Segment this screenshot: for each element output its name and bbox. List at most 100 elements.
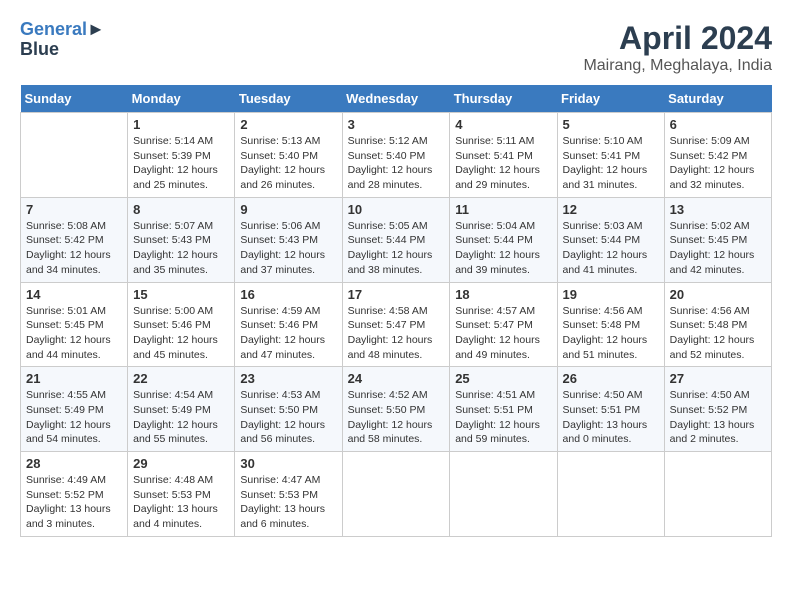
- day-number: 1: [133, 117, 229, 132]
- day-info: Sunrise: 4:53 AM Sunset: 5:50 PM Dayligh…: [240, 388, 336, 447]
- day-info: Sunrise: 5:10 AM Sunset: 5:41 PM Dayligh…: [563, 134, 659, 193]
- day-number: 6: [670, 117, 766, 132]
- calendar-cell: [664, 452, 771, 537]
- day-info: Sunrise: 4:47 AM Sunset: 5:53 PM Dayligh…: [240, 473, 336, 532]
- day-info: Sunrise: 5:14 AM Sunset: 5:39 PM Dayligh…: [133, 134, 229, 193]
- day-info: Sunrise: 4:52 AM Sunset: 5:50 PM Dayligh…: [348, 388, 445, 447]
- day-number: 14: [26, 287, 122, 302]
- day-number: 10: [348, 202, 445, 217]
- day-number: 3: [348, 117, 445, 132]
- calendar-cell: 12 Sunrise: 5:03 AM Sunset: 5:44 PM Dayli…: [557, 197, 664, 282]
- day-number: 29: [133, 456, 229, 471]
- calendar-cell: 6 Sunrise: 5:09 AM Sunset: 5:42 PM Daylig…: [664, 113, 771, 198]
- calendar-cell: 9 Sunrise: 5:06 AM Sunset: 5:43 PM Daylig…: [235, 197, 342, 282]
- column-header-friday: Friday: [557, 85, 664, 113]
- column-header-sunday: Sunday: [21, 85, 128, 113]
- location-text: Mairang, Meghalaya, India: [583, 57, 772, 75]
- day-number: 12: [563, 202, 659, 217]
- calendar-cell: 7Sunrise: 5:08 AM Sunset: 5:42 PM Daylig…: [21, 197, 128, 282]
- day-number: 2: [240, 117, 336, 132]
- calendar-cell: 11 Sunrise: 5:04 AM Sunset: 5:44 PM Dayli…: [450, 197, 557, 282]
- column-header-saturday: Saturday: [664, 85, 771, 113]
- calendar-cell: 21 Sunrise: 4:55 AM Sunset: 5:49 PM Dayli…: [21, 367, 128, 452]
- day-info: Sunrise: 4:50 AM Sunset: 5:51 PM Dayligh…: [563, 388, 659, 447]
- day-info: Sunrise: 5:09 AM Sunset: 5:42 PM Dayligh…: [670, 134, 766, 193]
- day-number: 19: [563, 287, 659, 302]
- calendar-week-1: 1 Sunrise: 5:14 AM Sunset: 5:39 PM Daylig…: [21, 113, 772, 198]
- calendar-cell: 1 Sunrise: 5:14 AM Sunset: 5:39 PM Daylig…: [128, 113, 235, 198]
- calendar-cell: 13 Sunrise: 5:02 AM Sunset: 5:45 PM Dayli…: [664, 197, 771, 282]
- day-number: 20: [670, 287, 766, 302]
- calendar-cell: 8Sunrise: 5:07 AM Sunset: 5:43 PM Daylig…: [128, 197, 235, 282]
- calendar-cell: 20 Sunrise: 4:56 AM Sunset: 5:48 PM Dayli…: [664, 282, 771, 367]
- day-info: Sunrise: 4:55 AM Sunset: 5:49 PM Dayligh…: [26, 388, 122, 447]
- day-number: 4: [455, 117, 551, 132]
- calendar-cell: 30 Sunrise: 4:47 AM Sunset: 5:53 PM Dayli…: [235, 452, 342, 537]
- day-info: Sunrise: 4:56 AM Sunset: 5:48 PM Dayligh…: [563, 304, 659, 363]
- day-number: 21: [26, 371, 122, 386]
- day-number: 18: [455, 287, 551, 302]
- day-info: Sunrise: 5:11 AM Sunset: 5:41 PM Dayligh…: [455, 134, 551, 193]
- day-number: 13: [670, 202, 766, 217]
- day-info: Sunrise: 4:49 AM Sunset: 5:52 PM Dayligh…: [26, 473, 122, 532]
- day-info: Sunrise: 4:51 AM Sunset: 5:51 PM Dayligh…: [455, 388, 551, 447]
- day-info: Sunrise: 4:56 AM Sunset: 5:48 PM Dayligh…: [670, 304, 766, 363]
- day-info: Sunrise: 4:59 AM Sunset: 5:46 PM Dayligh…: [240, 304, 336, 363]
- calendar-week-2: 7Sunrise: 5:08 AM Sunset: 5:42 PM Daylig…: [21, 197, 772, 282]
- calendar-cell: [342, 452, 450, 537]
- calendar-cell: 26 Sunrise: 4:50 AM Sunset: 5:51 PM Dayli…: [557, 367, 664, 452]
- month-title: April 2024: [583, 20, 772, 57]
- calendar-body: 1 Sunrise: 5:14 AM Sunset: 5:39 PM Daylig…: [21, 113, 772, 537]
- day-info: Sunrise: 5:06 AM Sunset: 5:43 PM Dayligh…: [240, 219, 336, 278]
- calendar-cell: 22 Sunrise: 4:54 AM Sunset: 5:49 PM Dayli…: [128, 367, 235, 452]
- calendar-week-3: 14 Sunrise: 5:01 AM Sunset: 5:45 PM Dayli…: [21, 282, 772, 367]
- column-header-wednesday: Wednesday: [342, 85, 450, 113]
- calendar-header-row: SundayMondayTuesdayWednesdayThursdayFrid…: [21, 85, 772, 113]
- calendar-cell: 19 Sunrise: 4:56 AM Sunset: 5:48 PM Dayli…: [557, 282, 664, 367]
- day-number: 9: [240, 202, 336, 217]
- column-header-thursday: Thursday: [450, 85, 557, 113]
- day-number: 23: [240, 371, 336, 386]
- day-number: 27: [670, 371, 766, 386]
- calendar-table: SundayMondayTuesdayWednesdayThursdayFrid…: [20, 85, 772, 537]
- calendar-cell: 2 Sunrise: 5:13 AM Sunset: 5:40 PM Daylig…: [235, 113, 342, 198]
- calendar-cell: 18 Sunrise: 4:57 AM Sunset: 5:47 PM Dayli…: [450, 282, 557, 367]
- calendar-cell: 5 Sunrise: 5:10 AM Sunset: 5:41 PM Daylig…: [557, 113, 664, 198]
- day-info: Sunrise: 5:02 AM Sunset: 5:45 PM Dayligh…: [670, 219, 766, 278]
- day-info: Sunrise: 5:05 AM Sunset: 5:44 PM Dayligh…: [348, 219, 445, 278]
- day-number: 5: [563, 117, 659, 132]
- title-block: April 2024 Mairang, Meghalaya, India: [583, 20, 772, 75]
- day-info: Sunrise: 4:50 AM Sunset: 5:52 PM Dayligh…: [670, 388, 766, 447]
- day-number: 11: [455, 202, 551, 217]
- day-number: 8: [133, 202, 229, 217]
- day-number: 16: [240, 287, 336, 302]
- calendar-cell: [557, 452, 664, 537]
- calendar-cell: 29Sunrise: 4:48 AM Sunset: 5:53 PM Dayli…: [128, 452, 235, 537]
- day-info: Sunrise: 5:03 AM Sunset: 5:44 PM Dayligh…: [563, 219, 659, 278]
- calendar-cell: 17Sunrise: 4:58 AM Sunset: 5:47 PM Dayli…: [342, 282, 450, 367]
- day-info: Sunrise: 4:57 AM Sunset: 5:47 PM Dayligh…: [455, 304, 551, 363]
- calendar-cell: 23 Sunrise: 4:53 AM Sunset: 5:50 PM Dayli…: [235, 367, 342, 452]
- day-info: Sunrise: 5:04 AM Sunset: 5:44 PM Dayligh…: [455, 219, 551, 278]
- logo: General►Blue: [20, 20, 105, 60]
- day-number: 22: [133, 371, 229, 386]
- day-number: 15: [133, 287, 229, 302]
- day-info: Sunrise: 5:01 AM Sunset: 5:45 PM Dayligh…: [26, 304, 122, 363]
- calendar-cell: 15Sunrise: 5:00 AM Sunset: 5:46 PM Dayli…: [128, 282, 235, 367]
- day-info: Sunrise: 4:58 AM Sunset: 5:47 PM Dayligh…: [348, 304, 445, 363]
- day-info: Sunrise: 4:54 AM Sunset: 5:49 PM Dayligh…: [133, 388, 229, 447]
- calendar-cell: 10 Sunrise: 5:05 AM Sunset: 5:44 PM Dayli…: [342, 197, 450, 282]
- day-info: Sunrise: 5:08 AM Sunset: 5:42 PM Dayligh…: [26, 219, 122, 278]
- calendar-cell: 27 Sunrise: 4:50 AM Sunset: 5:52 PM Dayli…: [664, 367, 771, 452]
- calendar-cell: [450, 452, 557, 537]
- day-info: Sunrise: 5:12 AM Sunset: 5:40 PM Dayligh…: [348, 134, 445, 193]
- calendar-week-5: 28Sunrise: 4:49 AM Sunset: 5:52 PM Dayli…: [21, 452, 772, 537]
- page-header: General►Blue April 2024 Mairang, Meghala…: [20, 20, 772, 75]
- calendar-cell: 3 Sunrise: 5:12 AM Sunset: 5:40 PM Daylig…: [342, 113, 450, 198]
- calendar-cell: 16 Sunrise: 4:59 AM Sunset: 5:46 PM Dayli…: [235, 282, 342, 367]
- day-number: 26: [563, 371, 659, 386]
- day-number: 30: [240, 456, 336, 471]
- column-header-tuesday: Tuesday: [235, 85, 342, 113]
- day-info: Sunrise: 5:13 AM Sunset: 5:40 PM Dayligh…: [240, 134, 336, 193]
- calendar-week-4: 21 Sunrise: 4:55 AM Sunset: 5:49 PM Dayli…: [21, 367, 772, 452]
